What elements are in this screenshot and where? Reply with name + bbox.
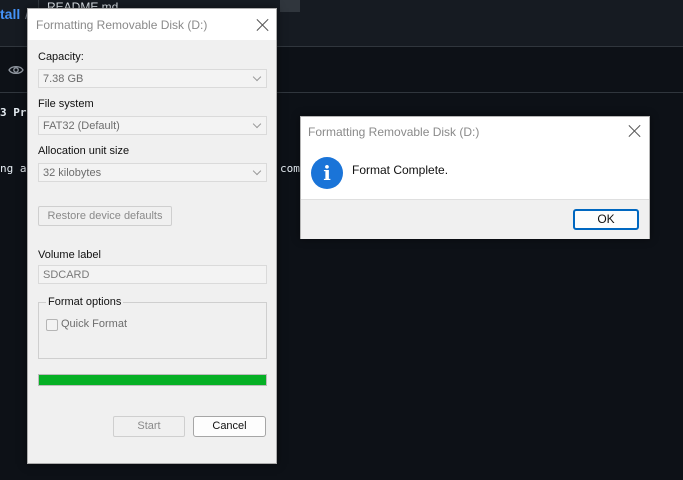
info-icon: i	[311, 157, 343, 189]
close-icon[interactable]	[628, 124, 642, 138]
dialog-title: Formatting Removable Disk (D:)	[36, 18, 208, 32]
restore-defaults-button[interactable]: Restore device defaults	[38, 206, 172, 226]
capacity-label: Capacity:	[38, 51, 84, 63]
capacity-value: 7.38 GB	[43, 73, 84, 85]
chevron-down-icon	[252, 72, 262, 82]
volume-label-label: Volume label	[38, 249, 101, 261]
quick-format-label[interactable]: Quick Format	[61, 318, 127, 330]
close-icon[interactable]	[256, 18, 270, 32]
message-text: Format Complete.	[352, 163, 449, 177]
format-dialog: Formatting Removable Disk (D:) Capacity:…	[27, 8, 277, 464]
cancel-button[interactable]: Cancel	[193, 416, 266, 437]
allocation-value: 32 kilobytes	[43, 167, 102, 179]
filesystem-value: FAT32 (Default)	[43, 120, 120, 132]
chevron-down-icon	[252, 119, 262, 129]
background-code-line: 3 Pr	[0, 106, 27, 119]
eye-icon[interactable]	[8, 62, 24, 78]
volume-label-input[interactable]: SDCARD	[38, 265, 267, 284]
format-progress-bar	[38, 374, 267, 386]
volume-label-value: SDCARD	[43, 269, 90, 281]
progress-fill	[39, 375, 266, 385]
start-button[interactable]: Start	[113, 416, 185, 437]
format-options-label: Format options	[46, 296, 124, 308]
chevron-down-icon	[252, 166, 262, 176]
format-options-group	[38, 302, 267, 359]
filesystem-label: File system	[38, 98, 94, 110]
capacity-select[interactable]: 7.38 GB	[38, 69, 267, 88]
filesystem-select[interactable]: FAT32 (Default)	[38, 116, 267, 135]
background-breadcrumb[interactable]: tall	[0, 6, 20, 22]
background-code-line: ng a	[0, 162, 27, 175]
message-dialog-title: Formatting Removable Disk (D:)	[308, 125, 480, 139]
dialog-titlebar[interactable]: Formatting Removable Disk (D:)	[28, 9, 276, 40]
allocation-label: Allocation unit size	[38, 145, 130, 157]
background-tab-highlight	[280, 0, 300, 12]
quick-format-checkbox[interactable]	[46, 319, 58, 331]
message-dialog-footer: OK	[301, 199, 649, 239]
ok-button[interactable]: OK	[573, 209, 639, 230]
allocation-select[interactable]: 32 kilobytes	[38, 163, 267, 182]
format-complete-dialog: Formatting Removable Disk (D:) i Format …	[300, 116, 650, 239]
